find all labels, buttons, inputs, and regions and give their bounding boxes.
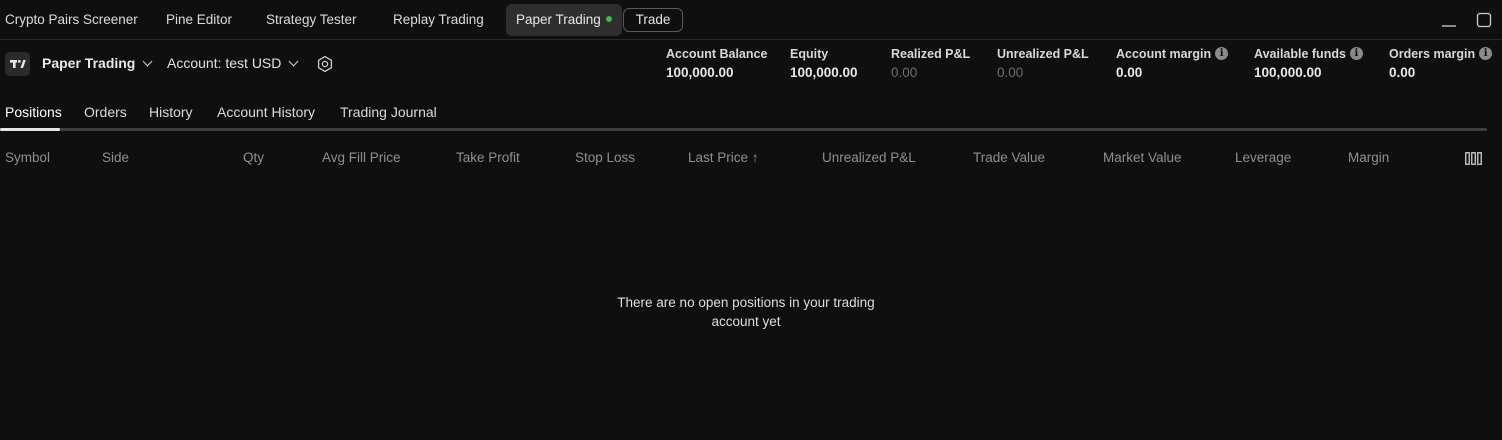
tab-trading-journal[interactable]: Trading Journal: [340, 104, 437, 120]
stat-account-margin: Account margin i 0.00: [1116, 46, 1229, 82]
column-header-stop-loss[interactable]: Stop Loss: [575, 150, 635, 165]
chevron-down-icon: [142, 56, 153, 67]
info-icon[interactable]: i: [1215, 47, 1229, 61]
stat-label: Available funds: [1254, 47, 1346, 61]
tab-pine-editor[interactable]: Pine Editor: [166, 4, 232, 36]
column-header-qty[interactable]: Qty: [243, 150, 264, 165]
stat-account-balance: Account Balance 100,000.00: [666, 46, 767, 82]
info-icon[interactable]: i: [1479, 47, 1493, 61]
account-name: Account: test USD: [167, 55, 282, 71]
tab-positions[interactable]: Positions: [5, 104, 62, 120]
stat-label-row: Orders margin i: [1389, 46, 1493, 63]
stat-value: 0.00: [891, 65, 918, 80]
tab-history[interactable]: History: [149, 104, 193, 120]
tab-scroll-track: [0, 128, 1487, 131]
column-header-last-price[interactable]: Last Price ↑: [688, 150, 759, 165]
trade-button[interactable]: Trade: [623, 8, 683, 32]
stat-value: 0.00: [997, 65, 1024, 80]
stat-value: 100,000.00: [790, 65, 858, 80]
stat-label-row: Account margin i: [1116, 46, 1229, 63]
tab-account-history[interactable]: Account History: [217, 104, 315, 120]
column-header-take-profit[interactable]: Take Profit: [456, 150, 520, 165]
stat-value: 0.00: [1116, 65, 1143, 80]
tab-strategy-tester[interactable]: Strategy Tester: [266, 4, 357, 36]
stat-value: 100,000.00: [1254, 65, 1322, 80]
empty-message-line: account yet: [711, 314, 781, 329]
column-header-unrealized-pnl[interactable]: Unrealized P&L: [822, 150, 916, 165]
maximize-panel-icon[interactable]: [1474, 10, 1494, 30]
column-header-side[interactable]: Side: [102, 150, 129, 165]
chevron-down-icon: [288, 56, 299, 67]
column-header-leverage[interactable]: Leverage: [1235, 150, 1291, 165]
stat-value: 100,000.00: [666, 65, 734, 80]
info-icon[interactable]: i: [1349, 47, 1363, 61]
stat-label: Account Balance: [666, 47, 768, 61]
column-header-symbol[interactable]: Symbol: [5, 150, 50, 165]
stat-label-row: Available funds i: [1254, 46, 1363, 63]
column-settings-icon[interactable]: [1465, 152, 1482, 165]
stat-unrealized-pnl: Unrealized P&L 0.00: [997, 46, 1089, 82]
column-header-avg-fill-price[interactable]: Avg Fill Price: [322, 150, 401, 165]
bottom-panel-tab-bar: Crypto Pairs Screener Pine Editor Strate…: [0, 0, 1502, 40]
stat-label: Realized P&L: [891, 47, 971, 61]
tab-paper-trading-label: Paper Trading: [516, 12, 601, 27]
empty-message-line: There are no open positions in your trad…: [617, 295, 875, 310]
settings-gear-icon[interactable]: [316, 55, 334, 73]
connected-status-dot-icon: [605, 16, 612, 23]
stat-label: Account margin: [1116, 47, 1212, 61]
stat-value: 0.00: [1389, 65, 1416, 80]
column-header-trade-value[interactable]: Trade Value: [973, 150, 1045, 165]
column-header-margin[interactable]: Margin: [1348, 150, 1389, 165]
empty-positions-message: There are no open positions in your trad…: [596, 293, 896, 331]
stat-label: Equity: [790, 47, 829, 61]
broker-selector[interactable]: Paper Trading: [42, 55, 153, 71]
tab-crypto-pairs-screener[interactable]: Crypto Pairs Screener: [5, 4, 138, 36]
tab-replay-trading[interactable]: Replay Trading: [393, 4, 484, 36]
active-tab-indicator: [0, 128, 60, 131]
column-header-market-value[interactable]: Market Value: [1103, 150, 1182, 165]
minimize-panel-icon[interactable]: [1439, 10, 1459, 30]
tradingview-logo-icon: [5, 52, 30, 76]
account-selector[interactable]: Account: test USD: [167, 55, 299, 71]
stat-label: Unrealized P&L: [997, 47, 1089, 61]
tab-paper-trading[interactable]: Paper Trading: [506, 4, 622, 36]
stat-label: Orders margin: [1389, 47, 1476, 61]
tab-orders[interactable]: Orders: [84, 104, 127, 120]
stat-realized-pnl: Realized P&L 0.00: [891, 46, 970, 82]
stat-equity: Equity 100,000.00: [790, 46, 858, 82]
stat-available-funds: Available funds i 100,000.00: [1254, 46, 1363, 82]
broker-name: Paper Trading: [42, 55, 136, 71]
stat-orders-margin: Orders margin i 0.00: [1389, 46, 1493, 82]
